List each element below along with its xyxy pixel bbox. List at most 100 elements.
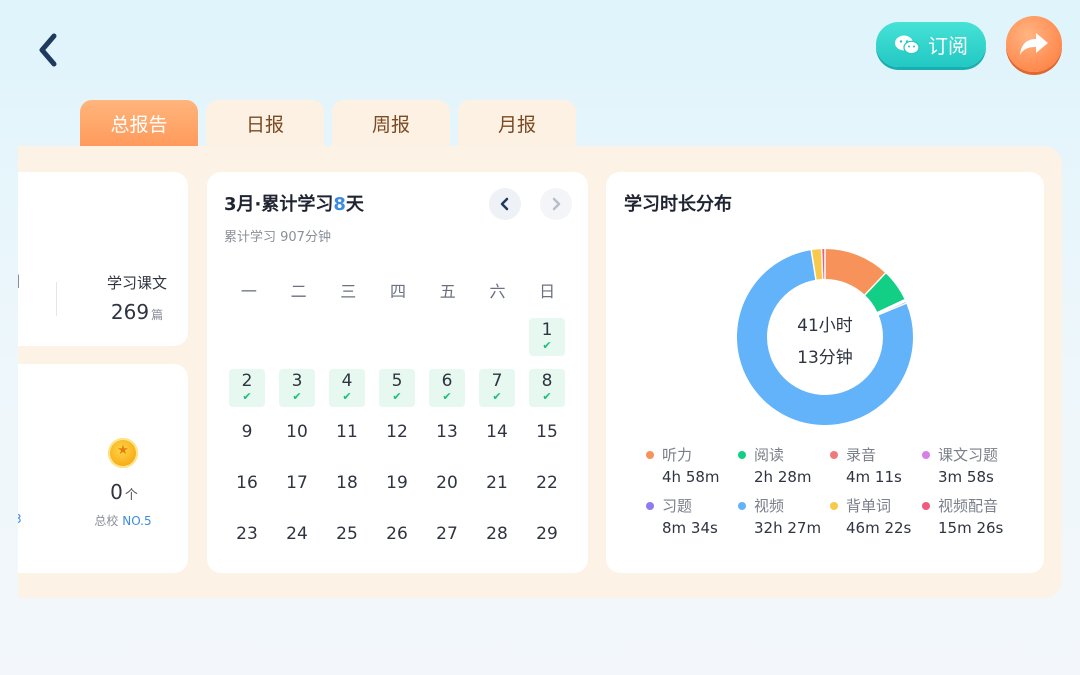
calendar-day[interactable]: 23 — [229, 522, 265, 562]
day-number: 18 — [336, 473, 358, 493]
legend-value: 8m 34s — [662, 519, 718, 537]
next-month-button[interactable] — [540, 188, 572, 220]
tab-monthly-report[interactable]: 月报 — [458, 100, 576, 146]
lessons-label: 学习课文 — [106, 274, 167, 292]
weekday-label: 一 — [240, 282, 257, 301]
calendar-day[interactable]: 12 — [379, 420, 415, 460]
day-number: 7 — [491, 371, 503, 391]
legend-dot — [738, 502, 746, 510]
tab-weekly-report[interactable]: 周报 — [332, 100, 450, 146]
legend-dot — [922, 451, 930, 459]
calendar-day[interactable]: 16 — [229, 471, 265, 511]
calendar-day[interactable]: 2 ✔ — [229, 369, 265, 407]
legend-value: 32h 27m — [754, 519, 822, 537]
chevron-left-icon — [500, 197, 509, 211]
legend-value: 46m 22s — [846, 519, 912, 537]
calendar-day[interactable]: 22 — [529, 471, 565, 511]
day-number: 5 — [391, 371, 403, 391]
legend-name: 课文习题 — [938, 446, 999, 464]
calendar-day[interactable]: 6 ✔ — [429, 369, 465, 407]
day-number: 11 — [336, 422, 358, 442]
legend-dot — [830, 502, 838, 510]
back-button[interactable] — [32, 30, 66, 70]
calendar-day[interactable]: 7 ✔ — [479, 369, 515, 407]
day-number: 23 — [236, 524, 258, 544]
calendar-day[interactable]: 3 ✔ — [279, 369, 315, 407]
check-icon: ✔ — [542, 339, 552, 352]
calendar-day[interactable]: 19 — [379, 471, 415, 511]
calendar-day[interactable]: 4 ✔ — [329, 369, 365, 407]
day-number: 4 — [341, 371, 353, 391]
calendar-day[interactable]: 5 ✔ — [379, 369, 415, 407]
check-icon: ✔ — [492, 390, 502, 403]
weekday-label: 六 — [489, 282, 506, 301]
chevron-left-icon — [39, 33, 57, 67]
legend-value: 3m 58s — [938, 468, 994, 486]
check-icon: ✔ — [292, 390, 302, 403]
calendar-day[interactable]: 1 ✔ — [529, 318, 565, 356]
share-button[interactable] — [1006, 16, 1062, 72]
subscribe-label: 订阅 — [928, 34, 968, 58]
calendar-day[interactable]: 21 — [479, 471, 515, 511]
check-icon: ✔ — [242, 390, 252, 403]
legend-name: 视频 — [754, 497, 785, 515]
calendar-day[interactable]: 20 — [429, 471, 465, 511]
day-number: 21 — [486, 473, 508, 493]
lessons-count: 269 — [110, 300, 150, 324]
day-number: 1 — [541, 320, 553, 340]
legend-name: 视频配音 — [938, 497, 999, 515]
medal-icon — [108, 438, 138, 468]
calendar-day[interactable]: 29 — [529, 522, 565, 562]
calendar-day[interactable]: 28 — [479, 522, 515, 562]
calendar-day[interactable]: 25 — [329, 522, 365, 562]
legend-name: 听力 — [662, 446, 693, 464]
day-number: 10 — [286, 422, 308, 442]
tab-daily-report[interactable]: 日报 — [206, 100, 324, 146]
calendar-day[interactable]: 18 — [329, 471, 365, 511]
calendar-title-days: 8 — [333, 194, 346, 215]
legend-value: 4m 11s — [846, 468, 902, 486]
share-arrow-icon — [1020, 33, 1048, 55]
calendar-day[interactable]: 26 — [379, 522, 415, 562]
day-number: 12 — [386, 422, 408, 442]
calendar-day[interactable]: 11 — [329, 420, 365, 460]
rank-value: NO.5 — [122, 514, 152, 528]
prev-month-button[interactable] — [489, 188, 521, 220]
wechat-icon — [895, 35, 920, 54]
day-number: 27 — [436, 524, 458, 544]
legend-dot — [738, 451, 746, 459]
calendar-day[interactable]: 17 — [279, 471, 315, 511]
legend-name: 阅读 — [754, 446, 785, 464]
calendar-day[interactable]: 15 — [529, 420, 565, 460]
tab-overall-report[interactable]: 总报告 — [80, 100, 198, 146]
calendar-day[interactable]: 9 — [229, 420, 265, 460]
calendar-day[interactable]: 10 — [279, 420, 315, 460]
day-number: 25 — [336, 524, 358, 544]
divider — [56, 282, 57, 316]
calendar-day[interactable]: 8 ✔ — [529, 369, 565, 407]
day-number: 3 — [291, 371, 303, 391]
day-number: 22 — [536, 473, 558, 493]
calendar-day[interactable]: 24 — [279, 522, 315, 562]
total-time-minutes: 13分钟 — [797, 348, 853, 368]
study-calendar-card: 3月·累计学习8天 累计学习 907分钟 一二三四五六日 1 ✔ 2 ✔ 3 ✔ 4 ✔ 5 ✔ 6… — [207, 172, 588, 573]
calendar-day[interactable]: 27 — [429, 522, 465, 562]
day-number: 28 — [486, 524, 508, 544]
legend-dot — [646, 451, 654, 459]
calendar-day[interactable]: 14 — [479, 420, 515, 460]
check-icon: ✔ — [342, 390, 352, 403]
day-number: 6 — [441, 371, 453, 391]
legend-value: 2h 28m — [754, 468, 812, 486]
day-number: 8 — [541, 371, 553, 391]
legend-value: 4h 58m — [662, 468, 720, 486]
medal-count: 0个 — [92, 480, 156, 504]
medal-summary-card: 0个 3 总校 NO.5 — [18, 364, 188, 573]
lessons-value: 269 篇 — [92, 300, 182, 324]
total-time-hours: 41小时 — [797, 316, 853, 336]
donut-slice — [811, 249, 823, 280]
subscribe-button[interactable]: 订阅 — [876, 22, 986, 67]
medal-count-value: 0 — [110, 480, 123, 504]
cut-rank-value: 3 — [18, 512, 22, 526]
school-rank: 总校 NO.5 — [78, 512, 168, 529]
calendar-day[interactable]: 13 — [429, 420, 465, 460]
